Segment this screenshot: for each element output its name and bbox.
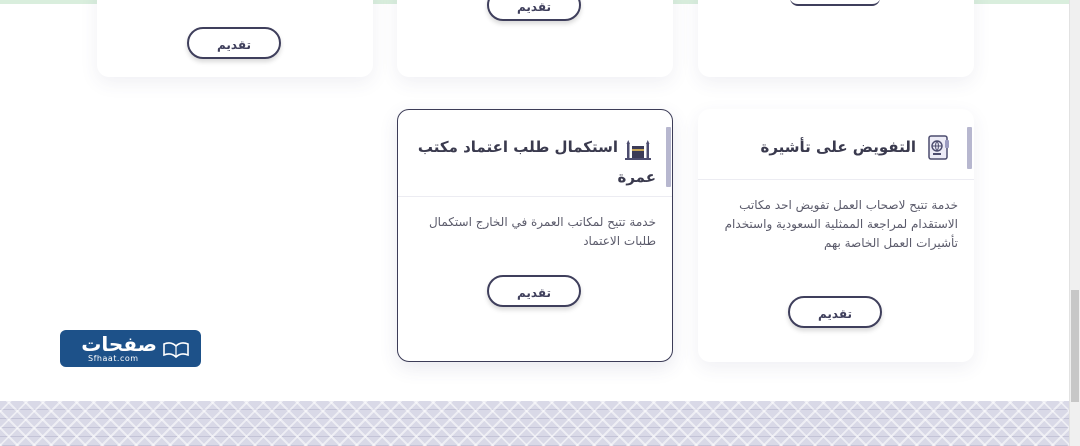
book-icon (162, 338, 190, 362)
service-card-visa-authorization: التفويض على تأشيرة خدمة تتيح لاصحاب العم… (698, 109, 974, 362)
card-divider (698, 179, 974, 180)
apply-button[interactable]: تقديم (788, 296, 882, 328)
card-title: التفويض على تأشيرة (760, 138, 916, 156)
page-scrollbar[interactable] (1069, 0, 1080, 446)
card-divider (398, 196, 672, 197)
card-accent-bar (967, 127, 972, 169)
service-card-top-middle: تقديم (397, 0, 673, 77)
service-card-umrah-accreditation: استكمال طلب اعتماد مكتب عمرة خدمة تتيح ل… (397, 109, 673, 362)
apply-button[interactable]: تقديم (487, 275, 581, 307)
logo-domain: Sfhaat.com (88, 354, 139, 363)
service-card-top-left: تقديم (97, 0, 373, 77)
logo-brand: صفحات (81, 332, 157, 356)
passport-icon (924, 133, 952, 165)
footer-pattern (0, 401, 1070, 446)
site-logo: صفحات Sfhaat.com (60, 330, 201, 367)
apply-button[interactable] (790, 0, 880, 6)
card-title: استكمال طلب اعتماد مكتب (408, 132, 618, 162)
service-card-top-right (698, 0, 974, 77)
apply-button[interactable]: تقديم (187, 27, 281, 59)
card-title-line: استكمال طلب اعتماد مكتب (417, 138, 618, 156)
card-description: خدمة تتيح لاصحاب العمل تفويض احد مكاتب ا… (724, 198, 958, 250)
scrollbar-thumb[interactable] (1071, 290, 1079, 402)
card-description: خدمة تتيح لمكاتب العمرة في الخارج استكما… (428, 215, 656, 248)
card-accent-bar (666, 127, 671, 187)
apply-button[interactable]: تقديم (487, 0, 581, 21)
card-title-continuation: عمرة (617, 168, 657, 186)
